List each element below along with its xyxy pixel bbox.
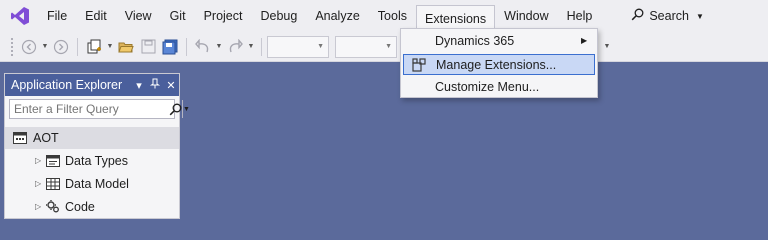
save-all-icon[interactable]	[159, 36, 181, 58]
redo-dropdown-icon[interactable]: ▼	[246, 43, 256, 50]
menu-item-dynamics-365-label: Dynamics 365	[435, 33, 515, 48]
filter-query-box: ▼	[9, 99, 190, 119]
back-dropdown-icon[interactable]: ▼	[40, 43, 50, 50]
window-position-dropdown-icon[interactable]: ▾	[131, 79, 147, 92]
menu-view[interactable]: View	[116, 4, 161, 28]
menu-analyze[interactable]: Analyze	[306, 4, 368, 28]
menu-item-dynamics-365[interactable]: Dynamics 365 ▶	[403, 30, 595, 51]
tree-root-aot[interactable]: AOT	[5, 127, 179, 149]
search-icon[interactable]	[169, 103, 182, 116]
data-model-icon	[45, 177, 61, 190]
menu-item-manage-extensions-label: Manage Extensions...	[436, 57, 557, 72]
extensions-menu: Dynamics 365 ▶ Manage Extensions... Cust…	[400, 28, 598, 98]
save-icon[interactable]	[137, 36, 159, 58]
back-icon[interactable]	[18, 36, 40, 58]
toolbar: ▼ ▼ ▼ ▼ ▼ ▼ ▼	[0, 32, 768, 62]
submenu-arrow-icon: ▶	[581, 36, 588, 45]
expand-arrow-icon[interactable]: ▷	[35, 156, 45, 165]
toolbar-separator	[261, 37, 262, 56]
chevron-down-icon: ▼	[695, 11, 704, 21]
forward-icon[interactable]	[50, 36, 72, 58]
open-folder-icon[interactable]	[115, 36, 137, 58]
chevron-down-icon: ▼	[385, 43, 392, 50]
menu-edit[interactable]: Edit	[76, 4, 116, 28]
panel-title: Application Explorer	[11, 78, 123, 92]
redo-icon[interactable]	[224, 36, 246, 58]
aot-icon	[13, 132, 27, 144]
tree-root-label: AOT	[33, 131, 59, 145]
toolbar-separator	[186, 37, 187, 56]
data-types-icon	[45, 154, 61, 167]
new-project-icon[interactable]	[83, 36, 105, 58]
toolbar-grip[interactable]	[10, 36, 14, 57]
menu-debug[interactable]: Debug	[251, 4, 306, 28]
panel-title-bar: Application Explorer ▾ ✕	[5, 74, 179, 96]
pin-icon[interactable]	[147, 78, 163, 92]
menu-item-customize-menu-label: Customize Menu...	[435, 79, 540, 94]
manage-extensions-icon	[404, 57, 434, 72]
menu-git[interactable]: Git	[161, 4, 195, 28]
menu-tools[interactable]: Tools	[369, 4, 416, 28]
menu-window[interactable]: Window	[495, 4, 557, 28]
toolbar-overflow-icon[interactable]: ▼	[602, 43, 612, 50]
menu-help[interactable]: Help	[558, 4, 602, 28]
application-explorer-panel: Application Explorer ▾ ✕ ▼ AOT ▷ Data Ty…	[4, 73, 190, 219]
tree-item-label: Code	[65, 199, 95, 214]
tree-item-label: Data Types	[65, 153, 129, 168]
code-icon	[45, 200, 61, 213]
undo-icon[interactable]	[192, 36, 214, 58]
search-label: Search	[649, 9, 689, 23]
chevron-down-icon: ▼	[317, 43, 324, 50]
expand-arrow-icon[interactable]: ▷	[35, 202, 45, 211]
solution-configuration-dropdown[interactable]: ▼	[267, 35, 329, 58]
close-icon[interactable]: ✕	[163, 79, 179, 92]
filter-dropdown-icon[interactable]: ▼	[182, 100, 190, 118]
tree-item-data-types[interactable]: ▷ Data Types	[5, 149, 179, 172]
search-icon	[631, 8, 644, 24]
solution-platform-dropdown[interactable]: ▼	[335, 35, 397, 58]
visual-studio-logo-icon[interactable]	[6, 0, 34, 32]
search-button[interactable]: Search ▼	[631, 8, 704, 24]
expand-arrow-icon[interactable]: ▷	[35, 179, 45, 188]
undo-dropdown-icon[interactable]: ▼	[214, 43, 224, 50]
toolbar-separator	[77, 37, 78, 56]
menu-bar: File Edit View Git Project Debug Analyze…	[0, 0, 768, 32]
tree-item-label: Data Model	[65, 176, 129, 191]
menu-project[interactable]: Project	[195, 4, 252, 28]
filter-query-input[interactable]	[10, 100, 169, 118]
tree-item-data-model[interactable]: ▷ Data Model	[5, 172, 179, 195]
menu-file[interactable]: File	[38, 4, 76, 28]
tree-item-code[interactable]: ▷ Code	[5, 195, 179, 218]
menu-item-manage-extensions[interactable]: Manage Extensions...	[403, 54, 595, 75]
new-project-dropdown-icon[interactable]: ▼	[105, 43, 115, 50]
menu-item-customize-menu[interactable]: Customize Menu...	[403, 76, 595, 97]
